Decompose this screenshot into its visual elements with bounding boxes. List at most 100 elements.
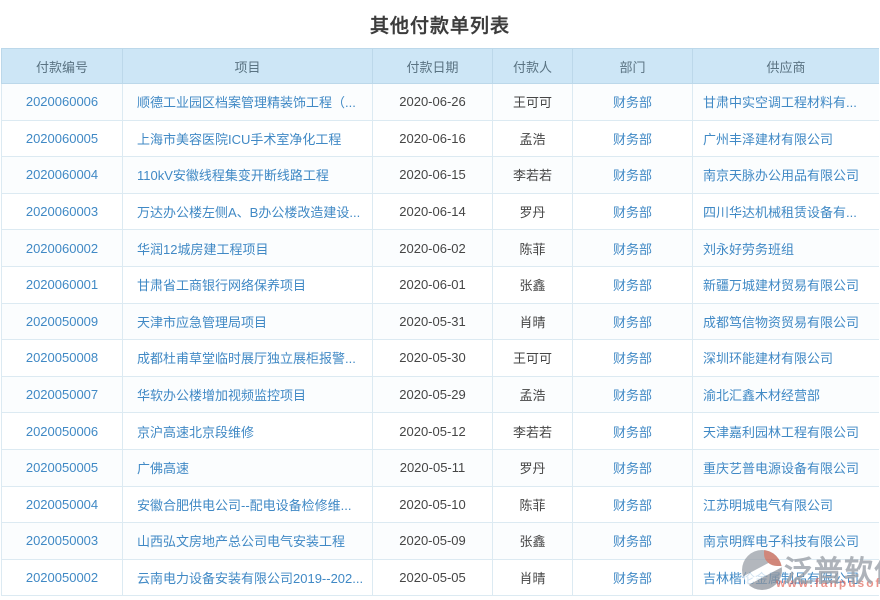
column-header-supplier: 供应商 bbox=[693, 49, 880, 84]
cell-project[interactable]: 华润12城房建工程项目 bbox=[123, 230, 373, 267]
cell-supplier[interactable]: 四川华达机械租赁设备有... bbox=[693, 193, 880, 230]
cell-department[interactable]: 财务部 bbox=[573, 266, 693, 303]
cell-payer: 李若若 bbox=[493, 157, 573, 194]
cell-supplier[interactable]: 新疆万城建材贸易有限公司 bbox=[693, 266, 880, 303]
cell-department[interactable]: 财务部 bbox=[573, 413, 693, 450]
cell-project[interactable]: 上海市美容医院ICU手术室净化工程 bbox=[123, 120, 373, 157]
payment-table-container: 付款编号项目付款日期付款人部门供应商 2020060006顺德工业园区档案管理精… bbox=[1, 48, 879, 600]
cell-date: 2020-06-16 bbox=[373, 120, 493, 157]
table-row: 2020060001甘肃省工商银行网络保养项目2020-06-01张鑫财务部新疆… bbox=[2, 266, 880, 303]
cell-project[interactable]: 万达办公楼左侧A、B办公楼改造建设... bbox=[123, 193, 373, 230]
cell-payer: 张鑫 bbox=[493, 266, 573, 303]
payment-list-page: 其他付款单列表 付款编号项目付款日期付款人部门供应商 2020060006顺德工… bbox=[0, 0, 880, 600]
cell-payer: 王可可 bbox=[493, 84, 573, 121]
cell-department[interactable]: 财务部 bbox=[573, 230, 693, 267]
cell-project[interactable]: 广佛高速 bbox=[123, 449, 373, 486]
cell-payer: 陈菲 bbox=[493, 230, 573, 267]
cell-department[interactable]: 财务部 bbox=[573, 559, 693, 596]
cell-supplier[interactable]: 渝北汇鑫木材经营部 bbox=[693, 376, 880, 413]
cell-project[interactable]: 成都杜甫草堂临时展厅独立展柜报警... bbox=[123, 340, 373, 377]
cell-payment_no[interactable]: 2020060004 bbox=[2, 157, 123, 194]
cell-payment_no[interactable]: 2020060006 bbox=[2, 84, 123, 121]
table-row: 2020060005上海市美容医院ICU手术室净化工程2020-06-16孟浩财… bbox=[2, 120, 880, 157]
cell-department[interactable]: 财务部 bbox=[573, 486, 693, 523]
cell-payer: 肖晴 bbox=[493, 303, 573, 340]
cell-date: 2020-05-05 bbox=[373, 559, 493, 596]
cell-department[interactable]: 财务部 bbox=[573, 376, 693, 413]
cell-payer: 孟浩 bbox=[493, 120, 573, 157]
column-header-date: 付款日期 bbox=[373, 49, 493, 84]
cell-date: 2020-05-11 bbox=[373, 449, 493, 486]
cell-payment_no[interactable]: 2020050007 bbox=[2, 376, 123, 413]
cell-payment_no[interactable]: 2020050005 bbox=[2, 449, 123, 486]
cell-department[interactable]: 财务部 bbox=[573, 449, 693, 486]
table-header: 付款编号项目付款日期付款人部门供应商 bbox=[2, 49, 880, 84]
cell-payment_no[interactable]: 2020050009 bbox=[2, 303, 123, 340]
cell-payer: 罗丹 bbox=[493, 449, 573, 486]
cell-payment_no[interactable]: 2020060005 bbox=[2, 120, 123, 157]
cell-project[interactable]: 云南电力设备安装有限公司2019--202... bbox=[123, 559, 373, 596]
cell-project[interactable]: 天津市应急管理局项目 bbox=[123, 303, 373, 340]
cell-payment_no[interactable]: 2020050008 bbox=[2, 340, 123, 377]
cell-payer: 张鑫 bbox=[493, 523, 573, 560]
cell-supplier[interactable]: 成都笃信物资贸易有限公司 bbox=[693, 303, 880, 340]
cell-supplier[interactable]: 南京天脉办公用品有限公司 bbox=[693, 157, 880, 194]
cell-payer: 肖晴 bbox=[493, 559, 573, 596]
cell-payment_no[interactable]: 2020050003 bbox=[2, 523, 123, 560]
cell-payment_no[interactable]: 2020050006 bbox=[2, 413, 123, 450]
table-row: 2020050004安徽合肥供电公司--配电设备检修维...2020-05-10… bbox=[2, 486, 880, 523]
table-row: 2020060002华润12城房建工程项目2020-06-02陈菲财务部刘永好劳… bbox=[2, 230, 880, 267]
table-row: 2020060004110kV安徽线程集变开断线路工程2020-06-15李若若… bbox=[2, 157, 880, 194]
cell-project[interactable]: 顺德工业园区档案管理精装饰工程（... bbox=[123, 84, 373, 121]
cell-date: 2020-05-09 bbox=[373, 523, 493, 560]
cell-date: 2020-05-10 bbox=[373, 486, 493, 523]
cell-payer: 陈菲 bbox=[493, 486, 573, 523]
cell-date: 2020-05-12 bbox=[373, 413, 493, 450]
cell-payer: 李若若 bbox=[493, 413, 573, 450]
cell-supplier[interactable]: 深圳环能建材有限公司 bbox=[693, 340, 880, 377]
table-row: 2020050006京沪高速北京段维修2020-05-12李若若财务部天津嘉利园… bbox=[2, 413, 880, 450]
cell-date: 2020-06-15 bbox=[373, 157, 493, 194]
cell-payment_no[interactable]: 2020050004 bbox=[2, 486, 123, 523]
cell-project[interactable]: 京沪高速北京段维修 bbox=[123, 413, 373, 450]
column-header-payment_no: 付款编号 bbox=[2, 49, 123, 84]
cell-supplier[interactable]: 重庆艺普电源设备有限公司 bbox=[693, 449, 880, 486]
table-row: 2020050008成都杜甫草堂临时展厅独立展柜报警...2020-05-30王… bbox=[2, 340, 880, 377]
cell-department[interactable]: 财务部 bbox=[573, 340, 693, 377]
cell-department[interactable]: 财务部 bbox=[573, 193, 693, 230]
cell-date: 2020-05-29 bbox=[373, 376, 493, 413]
cell-payment_no[interactable]: 2020060001 bbox=[2, 266, 123, 303]
cell-supplier[interactable]: 天津嘉利园林工程有限公司 bbox=[693, 413, 880, 450]
cell-payer: 罗丹 bbox=[493, 193, 573, 230]
cell-project[interactable]: 安徽合肥供电公司--配电设备检修维... bbox=[123, 486, 373, 523]
cell-payment_no[interactable]: 2020050002 bbox=[2, 559, 123, 596]
table-row: 2020050007华软办公楼增加视频监控项目2020-05-29孟浩财务部渝北… bbox=[2, 376, 880, 413]
cell-supplier[interactable]: 甘肃中实空调工程材料有... bbox=[693, 84, 880, 121]
cell-date: 2020-06-02 bbox=[373, 230, 493, 267]
cell-project[interactable]: 110kV安徽线程集变开断线路工程 bbox=[123, 157, 373, 194]
cell-supplier[interactable]: 江苏明城电气有限公司 bbox=[693, 486, 880, 523]
cell-payment_no[interactable]: 2020060003 bbox=[2, 193, 123, 230]
cell-supplier[interactable]: 广州丰泽建材有限公司 bbox=[693, 120, 880, 157]
column-header-department: 部门 bbox=[573, 49, 693, 84]
cell-project[interactable]: 华软办公楼增加视频监控项目 bbox=[123, 376, 373, 413]
cell-department[interactable]: 财务部 bbox=[573, 303, 693, 340]
cell-date: 2020-06-14 bbox=[373, 193, 493, 230]
cell-department[interactable]: 财务部 bbox=[573, 120, 693, 157]
cell-payer: 王可可 bbox=[493, 340, 573, 377]
column-header-project: 项目 bbox=[123, 49, 373, 84]
cell-supplier[interactable]: 刘永好劳务班组 bbox=[693, 230, 880, 267]
table-row: 2020060003万达办公楼左侧A、B办公楼改造建设...2020-06-14… bbox=[2, 193, 880, 230]
cell-project[interactable]: 甘肃省工商银行网络保养项目 bbox=[123, 266, 373, 303]
table-row: 2020050002云南电力设备安装有限公司2019--202...2020-0… bbox=[2, 559, 880, 596]
cell-supplier[interactable]: 吉林楷伦金属制品有限公司 bbox=[693, 559, 880, 596]
table-header-row: 付款编号项目付款日期付款人部门供应商 bbox=[2, 49, 880, 84]
cell-department[interactable]: 财务部 bbox=[573, 84, 693, 121]
column-header-payer: 付款人 bbox=[493, 49, 573, 84]
cell-supplier[interactable]: 南京明辉电子科技有限公司 bbox=[693, 523, 880, 560]
cell-department[interactable]: 财务部 bbox=[573, 157, 693, 194]
table-row: 2020050005广佛高速2020-05-11罗丹财务部重庆艺普电源设备有限公… bbox=[2, 449, 880, 486]
cell-project[interactable]: 山西弘文房地产总公司电气安装工程 bbox=[123, 523, 373, 560]
cell-payment_no[interactable]: 2020060002 bbox=[2, 230, 123, 267]
cell-department[interactable]: 财务部 bbox=[573, 523, 693, 560]
